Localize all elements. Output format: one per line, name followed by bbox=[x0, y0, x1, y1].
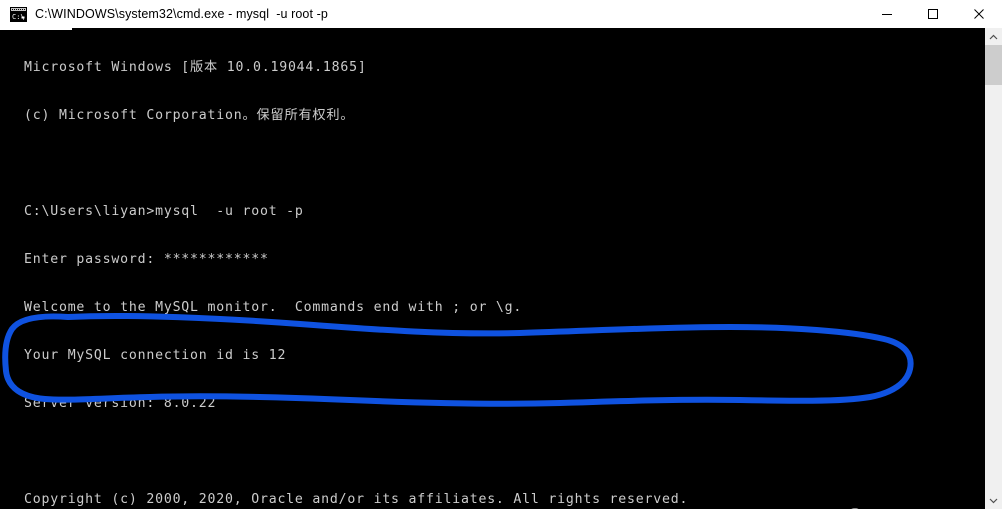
terminal-line: Server version: 8.0.22 bbox=[24, 396, 217, 411]
terminal-line: (c) Microsoft Corporation。保留所有权利。 bbox=[24, 108, 355, 123]
terminal-text-block: Microsoft Windows [版本 10.0.19044.1865] (… bbox=[24, 28, 968, 509]
console-output-area[interactable]: Microsoft Windows [版本 10.0.19044.1865] (… bbox=[0, 28, 985, 509]
chevron-down-icon bbox=[989, 498, 998, 503]
close-icon bbox=[974, 9, 984, 19]
cmd-window: C:\ C:\WINDOWS\system32\cmd.exe - mysql … bbox=[0, 0, 1002, 509]
terminal-line: C:\Users\liyan>mysql -u root -p bbox=[24, 204, 304, 219]
window-title: C:\WINDOWS\system32\cmd.exe - mysql -u r… bbox=[35, 7, 328, 21]
minimize-button[interactable] bbox=[864, 0, 910, 28]
terminal-line: Your MySQL connection id is 12 bbox=[24, 348, 287, 363]
maximize-button[interactable] bbox=[910, 0, 956, 28]
window-controls bbox=[864, 0, 1002, 28]
scroll-up-button[interactable] bbox=[985, 28, 1002, 45]
terminal-line: Welcome to the MySQL monitor. Commands e… bbox=[24, 300, 523, 315]
terminal-line: Microsoft Windows [版本 10.0.19044.1865] bbox=[24, 60, 367, 75]
vertical-scrollbar[interactable] bbox=[985, 28, 1002, 509]
close-button[interactable] bbox=[956, 0, 1002, 28]
maximize-icon bbox=[928, 9, 938, 19]
cmd-console-icon: C:\ bbox=[10, 6, 27, 22]
title-bar[interactable]: C:\ C:\WINDOWS\system32\cmd.exe - mysql … bbox=[0, 0, 1002, 28]
minimize-icon bbox=[882, 14, 892, 15]
scroll-down-button[interactable] bbox=[985, 492, 1002, 509]
chevron-up-icon bbox=[989, 34, 998, 39]
terminal-line: Enter password: ************ bbox=[24, 252, 269, 267]
title-bar-left: C:\ C:\WINDOWS\system32\cmd.exe - mysql … bbox=[0, 6, 864, 22]
scrollbar-thumb[interactable] bbox=[985, 45, 1002, 85]
